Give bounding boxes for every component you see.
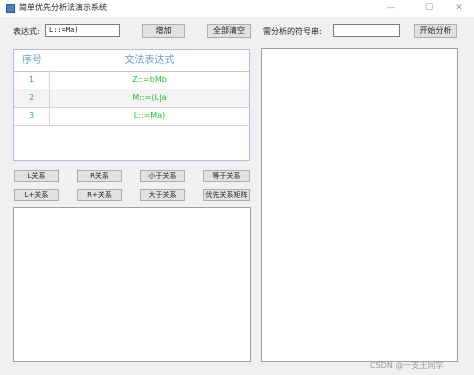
row-grammar: M::=(L|a — [132, 93, 167, 102]
app-window: 简单优先分析法演示系统 — ☐ ✕ 表达式: L::=Ma) 增加 全部清空 需… — [0, 0, 474, 375]
priority-matrix-button[interactable]: 优先关系矩阵 — [203, 189, 250, 201]
equal-relation-button[interactable]: 等于关系 — [203, 170, 250, 182]
maximize-button[interactable]: ☐ — [416, 0, 442, 17]
relation-output-panel[interactable] — [13, 207, 251, 362]
start-analysis-button[interactable]: 开始分析 — [414, 24, 457, 38]
r-plus-relation-button[interactable]: R+关系 — [77, 189, 122, 201]
r-relation-button[interactable]: R关系 — [77, 170, 122, 182]
column-header-grammar: 文法表达式 — [50, 50, 249, 72]
close-button[interactable]: ✕ — [446, 0, 472, 17]
clear-all-button[interactable]: 全部清空 — [207, 24, 251, 38]
expression-label: 表达式: — [13, 27, 40, 36]
analysis-output-panel[interactable] — [261, 48, 458, 362]
grammar-table: 序号 文法表达式 1 Z::=bMb 2 M::=(L|a 3 L::=Ma) — [13, 49, 250, 161]
title-bar: 简单优先分析法演示系统 — ☐ ✕ — [0, 0, 474, 17]
watermark: CSDN @一支王同学 — [370, 361, 444, 370]
less-than-relation-button[interactable]: 小于关系 — [140, 170, 185, 182]
symbol-string-input[interactable] — [333, 24, 400, 37]
row-grammar: Z::=bMb — [132, 75, 167, 84]
row-index: 3 — [14, 107, 50, 125]
minimize-button[interactable]: — — [378, 0, 404, 17]
add-button[interactable]: 增加 — [142, 24, 185, 38]
greater-than-relation-button[interactable]: 大于关系 — [140, 189, 185, 201]
row-grammar: L::=Ma) — [133, 111, 166, 120]
expression-input[interactable]: L::=Ma) — [45, 24, 120, 37]
table-row[interactable]: 2 M::=(L|a — [14, 89, 249, 108]
row-index: 2 — [14, 89, 50, 107]
l-plus-relation-button[interactable]: L+关系 — [14, 189, 59, 201]
row-index: 1 — [14, 71, 50, 89]
table-row[interactable]: 3 L::=Ma) — [14, 107, 249, 126]
table-row[interactable]: 1 Z::=bMb — [14, 71, 249, 90]
column-header-index: 序号 — [14, 50, 51, 72]
window-title: 简单优先分析法演示系统 — [19, 3, 107, 12]
app-icon — [6, 4, 15, 13]
symbol-string-label: 需分析的符号串: — [263, 27, 322, 36]
l-relation-button[interactable]: L关系 — [14, 170, 59, 182]
